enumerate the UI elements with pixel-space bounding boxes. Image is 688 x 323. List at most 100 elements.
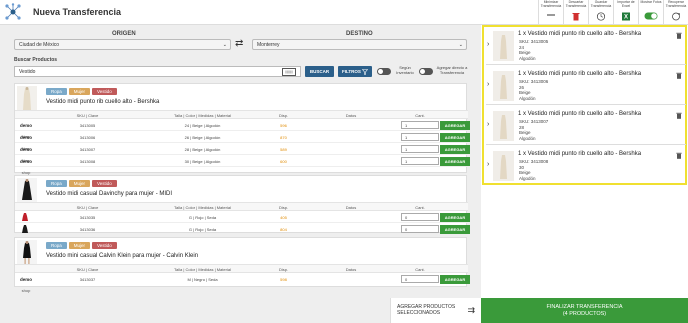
- list-item[interactable]: › 1 x Vestido midi punto rib cuello alto…: [486, 108, 686, 145]
- finalize-transfer-button[interactable]: FINALIZAR TRANSFERENCIA (4 PRODUCTOS): [481, 298, 688, 323]
- product-search-area: ORIGEN DESTINO Ciudad de México ⌄ ⇄ Mont…: [0, 25, 481, 323]
- item-details: SKU: 3413005 24 Beige Algodón: [519, 39, 548, 61]
- save-transfer-button[interactable]: Guardar Transferencia: [588, 0, 613, 25]
- import-excel-button[interactable]: Importar de Excel X: [613, 0, 638, 25]
- discard-transfer-button[interactable]: Descartar Transferencia: [563, 0, 588, 25]
- header-variant: Talla | Color | Medidas | Material: [174, 205, 231, 210]
- tag-ropa[interactable]: Ropa: [46, 242, 67, 249]
- item-material: Algodón: [519, 55, 536, 61]
- table-header: SKU | Clave Talla | Color | Medidas | Ma…: [15, 110, 468, 119]
- direct-add-toggle[interactable]: [419, 68, 433, 75]
- arrow-right-icon: ⇉: [467, 305, 475, 315]
- add-button[interactable]: AGREGAR: [440, 213, 470, 222]
- item-material: Algodón: [519, 135, 536, 141]
- search-input[interactable]: Vestido: [14, 66, 301, 77]
- row-variant: G | Rojo | Seda: [188, 227, 217, 232]
- chevron-right-icon[interactable]: ›: [487, 81, 489, 88]
- toolbar-label: Mostrar Fotos: [640, 0, 662, 4]
- row-stock: 804: [280, 227, 287, 232]
- add-button[interactable]: AGREGAR: [440, 157, 470, 166]
- tag-vestido[interactable]: Vestido: [92, 242, 117, 249]
- demo-text: demo: [19, 159, 32, 164]
- filter-icon: [362, 68, 368, 75]
- product-thumbnail: [17, 178, 37, 204]
- add-button[interactable]: AGREGAR: [440, 133, 470, 142]
- item-sku: SKU: 3413006: [519, 79, 549, 84]
- add-button[interactable]: AGREGAR: [440, 121, 470, 130]
- trash-icon[interactable]: [676, 32, 682, 39]
- item-title: 1 x Vestido midi punto rib cuello alto -…: [518, 31, 642, 37]
- item-material: Algodón: [519, 175, 536, 181]
- table-row: demo shop 3413008 30 | Beige | Algodón 60…: [15, 156, 470, 175]
- demo-text: demo: [19, 277, 32, 282]
- quantity-input[interactable]: 1: [401, 121, 439, 129]
- origin-label: ORIGEN: [112, 31, 136, 37]
- add-button[interactable]: AGREGAR: [440, 275, 470, 284]
- chevron-right-icon[interactable]: ›: [487, 121, 489, 128]
- quantity-input[interactable]: 0: [401, 275, 439, 283]
- swap-arrows-icon[interactable]: ⇄: [235, 39, 243, 49]
- origin-value: Ciudad de México: [19, 42, 60, 48]
- show-photos-toggle[interactable]: Mostrar Fotos: [638, 0, 663, 25]
- origin-select[interactable]: Ciudad de México ⌄: [14, 39, 231, 50]
- filters-button[interactable]: FILTROS: [338, 66, 372, 77]
- tag-ropa[interactable]: Ropa: [46, 180, 67, 187]
- header-data: Datos: [345, 113, 357, 118]
- tag-vestido[interactable]: Vestido: [92, 180, 117, 187]
- toolbar-label: Importar de Excel: [617, 0, 635, 8]
- recover-transfer-button[interactable]: Recuperar Transferencia: [663, 0, 688, 25]
- row-sku: 3413036: [79, 227, 96, 232]
- add-button[interactable]: AGREGAR: [440, 145, 470, 154]
- quantity-input[interactable]: 0: [401, 225, 439, 233]
- table-row: 3413035 G | Rojo | Seda 405 0 AGREGAR: [15, 212, 470, 223]
- demo-shop-logo: demo shop: [15, 156, 35, 175]
- header-qty: Cant.: [415, 205, 425, 210]
- inventory-toggle-label: Según Inventario: [396, 65, 414, 75]
- toolbar-label: Descartar Transferencia: [565, 0, 587, 8]
- list-item[interactable]: › 1 x Vestido midi punto rib cuello alto…: [486, 28, 686, 65]
- quantity-input[interactable]: 1: [401, 157, 439, 165]
- table-header: SKU | Clave Talla | Color | Medidas | Ma…: [15, 202, 468, 211]
- finalize-line1: FINALIZAR TRANSFERENCIA: [546, 304, 623, 310]
- variant-thumbnail: [22, 225, 28, 233]
- destination-select[interactable]: Monterrey ⌄: [252, 39, 467, 50]
- minimize-transfer-button[interactable]: Minimizar Transferencia: [538, 0, 563, 25]
- tag-mujer[interactable]: Mujer: [68, 180, 91, 187]
- tag-mujer[interactable]: Mujer: [68, 242, 91, 249]
- demo-shop-logo: demo shop: [15, 274, 35, 293]
- row-sku: 3413035: [79, 215, 96, 220]
- barcode-scan-icon[interactable]: [282, 68, 296, 76]
- search-button[interactable]: BUSCAR: [305, 66, 334, 77]
- row-stock: 596: [280, 123, 287, 128]
- product-card: Ropa Mujer Vestido Vestido midi casual D…: [14, 175, 470, 234]
- list-item[interactable]: › 1 x Vestido midi punto rib cuello alto…: [486, 148, 686, 185]
- chevron-right-icon[interactable]: ›: [487, 41, 489, 48]
- header-sku: SKU | Clave: [76, 113, 99, 118]
- item-details: SKU: 3413006 26 Beige Algodón: [519, 79, 548, 101]
- inventory-toggle[interactable]: [377, 68, 391, 75]
- trash-icon[interactable]: [676, 72, 682, 79]
- add-button[interactable]: AGREGAR: [440, 225, 470, 234]
- tag-mujer[interactable]: Mujer: [68, 88, 91, 95]
- chevron-right-icon[interactable]: ›: [487, 161, 489, 168]
- product-thumbnail: [17, 86, 37, 112]
- row-stock: 589: [280, 147, 287, 152]
- item-title: 1 x Vestido midi punto rib cuello alto -…: [518, 71, 642, 77]
- tag-ropa[interactable]: Ropa: [46, 88, 67, 95]
- list-item[interactable]: › 1 x Vestido midi punto rib cuello alto…: [486, 68, 686, 105]
- header-stock: Disp.: [278, 113, 289, 118]
- item-details: SKU: 3413008 30 Beige Algodón: [519, 159, 548, 181]
- excel-icon: X: [622, 12, 630, 21]
- header-sku: SKU | Clave: [76, 205, 99, 210]
- header-sku: SKU | Clave: [76, 267, 99, 272]
- item-title: 1 x Vestido midi punto rib cuello alto -…: [518, 111, 642, 117]
- quantity-input[interactable]: 1: [401, 145, 439, 153]
- quantity-input[interactable]: 0: [401, 213, 439, 221]
- demo-shop-logo: demo shop: [15, 132, 35, 151]
- trash-icon[interactable]: [676, 112, 682, 119]
- quantity-input[interactable]: 1: [401, 133, 439, 141]
- tag-vestido[interactable]: Vestido: [92, 88, 117, 95]
- add-selected-products-button[interactable]: AGREGAR PRODUCTOS SELECCIONADOS ⇉: [390, 298, 481, 323]
- table-row: demo shop 3413007 28 | Beige | Algodón 58…: [15, 144, 470, 163]
- trash-icon[interactable]: [676, 152, 682, 159]
